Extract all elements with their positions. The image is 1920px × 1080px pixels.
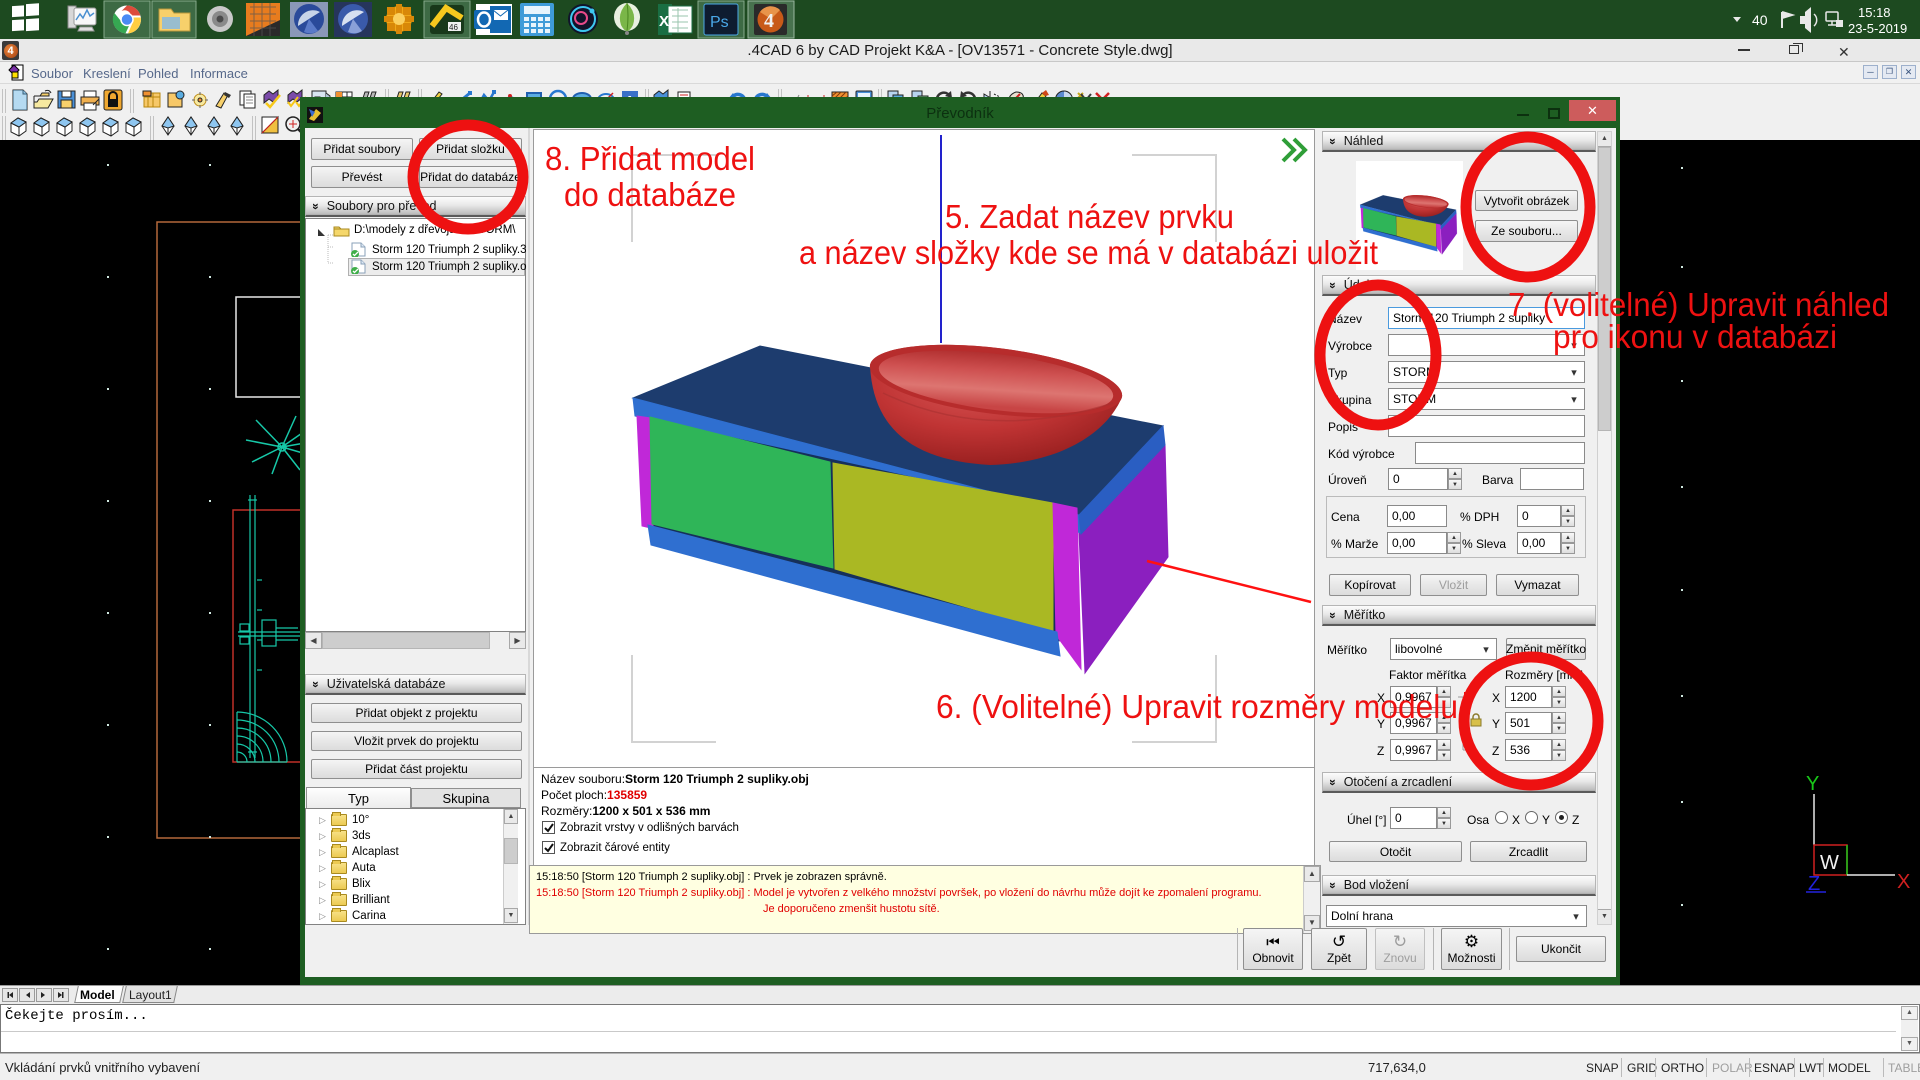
svg-text:23-5-2019: 23-5-2019 <box>1848 21 1907 36</box>
svg-text:Y: Y <box>1806 773 1819 795</box>
svg-text:15:18: 15:18 <box>1858 5 1891 20</box>
svg-text:X: X <box>1897 871 1910 893</box>
svg-text:40: 40 <box>1752 12 1768 28</box>
svg-text:46: 46 <box>449 23 458 32</box>
svg-text:X: X <box>659 13 669 30</box>
svg-text:4: 4 <box>764 10 774 32</box>
svg-text:W: W <box>1820 852 1839 874</box>
svg-text:Ps: Ps <box>710 14 729 31</box>
